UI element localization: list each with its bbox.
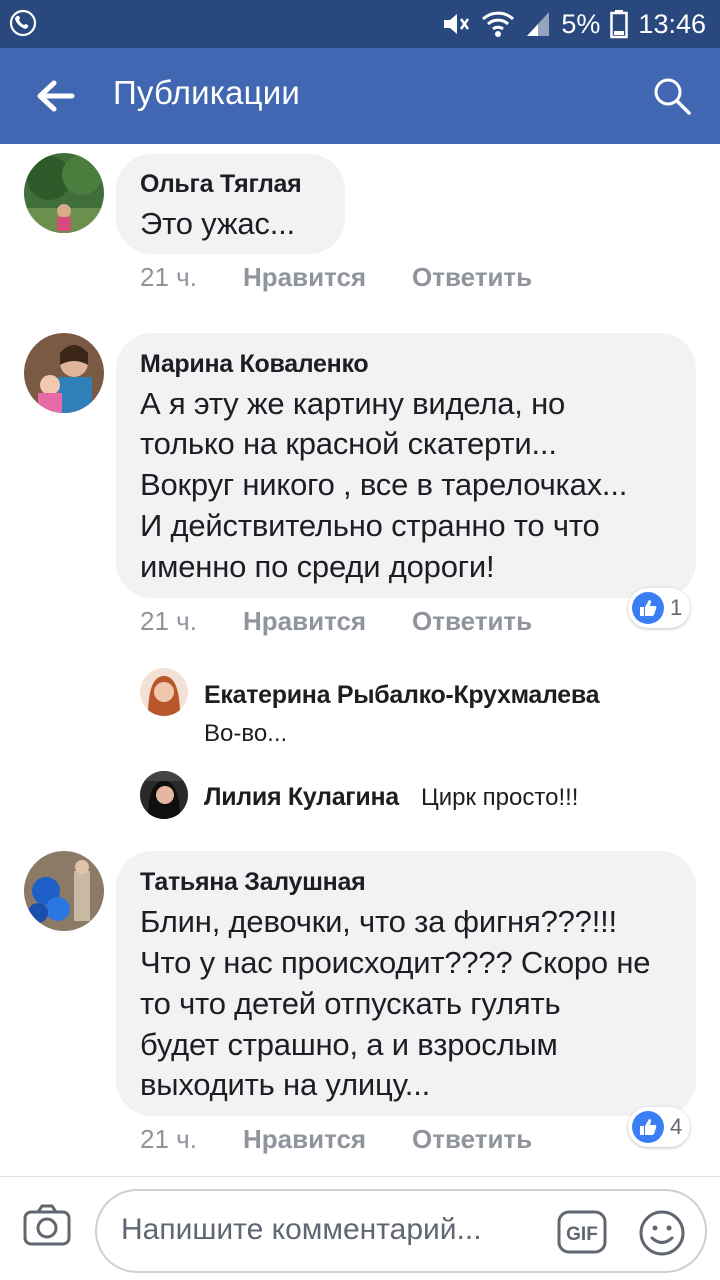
- reaction-badge[interactable]: 4: [628, 1107, 691, 1147]
- like-button[interactable]: Нравится: [243, 606, 366, 637]
- comment-placeholder: Напишите комментарий...: [121, 1213, 482, 1246]
- reply-text: Цирк просто!!!: [421, 784, 579, 811]
- battery-percent: 5%: [561, 8, 601, 39]
- app-bar: Публикации: [0, 48, 720, 144]
- comment-text: Что у нас происходит???? Скоро не: [140, 945, 651, 980]
- comment-time: 21 ч.: [140, 262, 197, 292]
- status-bar: 5% 13:46: [0, 0, 720, 48]
- reply-text: Во-во...: [204, 720, 288, 747]
- back-arrow-icon[interactable]: [34, 76, 76, 116]
- reply-author[interactable]: Лилия Кулагина: [204, 783, 399, 812]
- comment-text: только на красной скатерти...: [140, 426, 557, 461]
- search-icon[interactable]: [652, 76, 692, 116]
- page-title: Публикации: [113, 74, 300, 111]
- comment-text: именно по среди дороги!: [140, 549, 495, 584]
- comment-text: Это ужас...: [140, 206, 295, 241]
- avatar[interactable]: [24, 333, 104, 413]
- comment-text: Вокруг никого , все в тарелочках...: [140, 467, 628, 502]
- comment-composer: Напишите комментарий... GIF: [0, 1176, 720, 1280]
- camera-icon[interactable]: [22, 1203, 72, 1247]
- comment-text: то что детей отпускать гулять: [140, 986, 561, 1021]
- comment-input[interactable]: Напишите комментарий... GIF: [95, 1189, 707, 1273]
- comment-text: Блин, девочки, что за фигня???!!!: [140, 904, 617, 939]
- emoji-icon[interactable]: [637, 1208, 687, 1258]
- reaction-count: 4: [670, 1114, 683, 1139]
- mute-icon: [444, 14, 470, 34]
- like-button[interactable]: Нравится: [243, 1124, 366, 1155]
- signal-icon: [527, 12, 550, 36]
- comment-author[interactable]: Татьяна Залушная: [140, 868, 366, 897]
- comment-text: И действительно странно то что: [140, 508, 600, 543]
- avatar[interactable]: [140, 771, 188, 819]
- reply-button[interactable]: Ответить: [412, 606, 532, 637]
- avatar[interactable]: [140, 668, 188, 716]
- reaction-count: 1: [670, 595, 683, 620]
- wifi-icon: [482, 11, 515, 37]
- reply-author[interactable]: Екатерина Рыбалко-Крухмалева: [204, 681, 600, 710]
- clock: 13:46: [638, 8, 706, 39]
- gif-icon[interactable]: GIF: [557, 1210, 607, 1254]
- comment-time: 21 ч.: [140, 606, 197, 636]
- comment-text: будет страшно, а и взрослым: [140, 1027, 558, 1062]
- thumbs-up-icon: [632, 592, 664, 624]
- like-button[interactable]: Нравится: [243, 262, 366, 293]
- comment-author[interactable]: Марина Коваленко: [140, 350, 369, 379]
- comment-text: А я эту же картину видела, но: [140, 386, 566, 421]
- thumbs-up-icon: [632, 1111, 664, 1143]
- reply-button[interactable]: Ответить: [412, 1124, 532, 1155]
- comment-time: 21 ч.: [140, 1124, 197, 1154]
- comment-text: выходить на улицу...: [140, 1067, 431, 1102]
- viber-icon: [9, 9, 37, 37]
- reaction-badge[interactable]: 1: [628, 588, 691, 628]
- avatar[interactable]: [24, 851, 104, 931]
- battery-icon: [610, 10, 629, 39]
- comment-author[interactable]: Ольга Тяглая: [140, 170, 302, 199]
- svg-text:GIF: GIF: [566, 1224, 598, 1245]
- avatar[interactable]: [24, 153, 104, 233]
- reply-button[interactable]: Ответить: [412, 262, 532, 293]
